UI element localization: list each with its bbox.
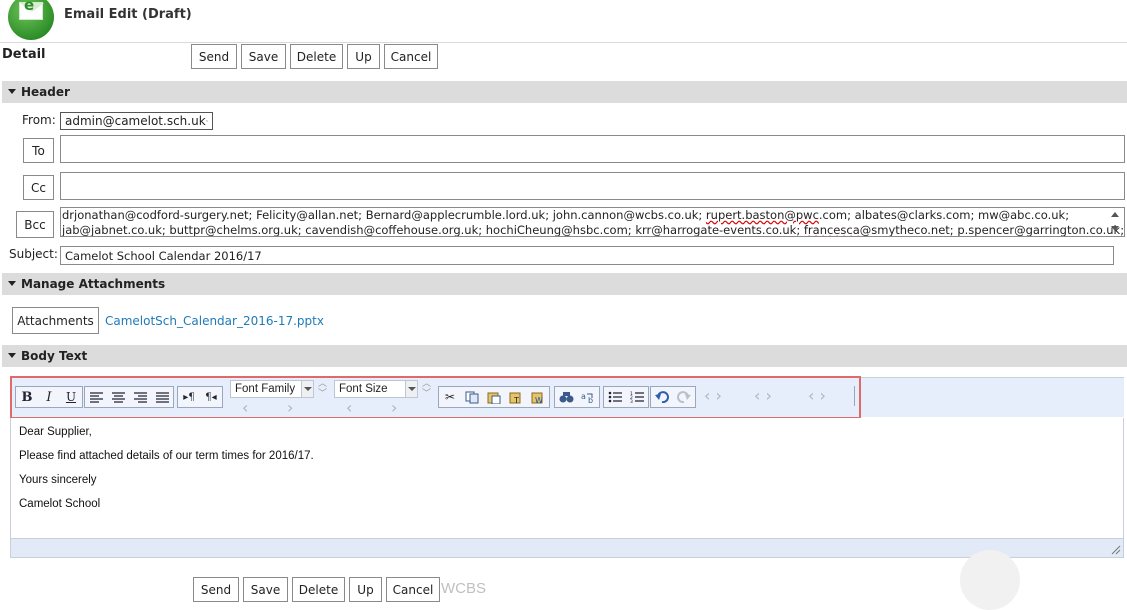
section-header[interactable]: Header: [2, 81, 1127, 103]
delete-button[interactable]: Delete: [290, 44, 343, 69]
toolbar-highlight-box: [10, 376, 861, 419]
cc-button[interactable]: Cc: [23, 175, 54, 200]
wcbs-watermark: WCBS: [441, 580, 486, 597]
body-editor[interactable]: Dear Supplier, Please find attached deta…: [10, 418, 1124, 538]
collapse-triangle-icon: [8, 353, 16, 358]
save-button-bottom[interactable]: Save: [243, 577, 288, 602]
section-body[interactable]: Body Text: [2, 345, 1127, 367]
to-button[interactable]: To: [23, 138, 54, 163]
cancel-button-bottom[interactable]: Cancel: [386, 577, 440, 602]
bcc-button[interactable]: Bcc: [16, 211, 54, 238]
resize-grip-icon[interactable]: [1111, 545, 1121, 555]
from-value: admin@camelot.sch.uk: [65, 114, 206, 128]
subject-label: Subject:: [9, 247, 58, 261]
chevron-down-icon: [205, 120, 208, 122]
bcc-line-1: drjonathan@codford-surgery.net; Felicity…: [62, 208, 1070, 222]
cc-field[interactable]: [60, 172, 1125, 200]
cancel-button[interactable]: Cancel: [384, 44, 438, 69]
editor-status-bar: [10, 538, 1124, 558]
save-button[interactable]: Save: [241, 44, 286, 69]
section-header-label: Header: [21, 85, 70, 99]
body-line: Please find attached details of our term…: [19, 450, 314, 462]
to-field[interactable]: [60, 135, 1125, 163]
body-line: Dear Supplier,: [19, 426, 92, 438]
detail-label: Detail: [2, 47, 46, 62]
bcc-scrollbar[interactable]: [1108, 209, 1123, 234]
from-select[interactable]: admin@camelot.sch.uk: [60, 112, 213, 130]
attachments-button[interactable]: Attachments: [12, 307, 99, 334]
bcc-line-2: jab@jabnet.co.uk; buttpr@chelms.org.uk; …: [62, 223, 1125, 237]
section-attachments[interactable]: Manage Attachments: [2, 273, 1127, 295]
up-button-bottom[interactable]: Up: [349, 577, 382, 602]
send-button-bottom[interactable]: Send: [193, 577, 239, 602]
background-decoration: [960, 550, 1020, 610]
section-attachments-label: Manage Attachments: [21, 277, 166, 291]
attachment-file-link[interactable]: CamelotSch_Calendar_2016-17.pptx: [105, 314, 324, 328]
section-body-label: Body Text: [21, 349, 88, 363]
window-title: Email Edit (Draft): [64, 7, 192, 22]
send-button[interactable]: Send: [191, 44, 237, 69]
subject-field[interactable]: Camelot School Calendar 2016/17: [60, 246, 1114, 265]
collapse-triangle-icon: [8, 89, 16, 94]
collapse-triangle-icon: [8, 281, 16, 286]
scroll-down-icon[interactable]: [1111, 226, 1119, 231]
bcc-field[interactable]: drjonathan@codford-surgery.net; Felicity…: [60, 207, 1125, 237]
body-line: Yours sincerely: [19, 474, 97, 486]
scroll-up-icon[interactable]: [1111, 212, 1119, 217]
up-button[interactable]: Up: [347, 44, 380, 69]
body-line: Camelot School: [19, 498, 101, 510]
delete-button-bottom[interactable]: Delete: [292, 577, 345, 602]
from-label: From:: [22, 113, 56, 127]
